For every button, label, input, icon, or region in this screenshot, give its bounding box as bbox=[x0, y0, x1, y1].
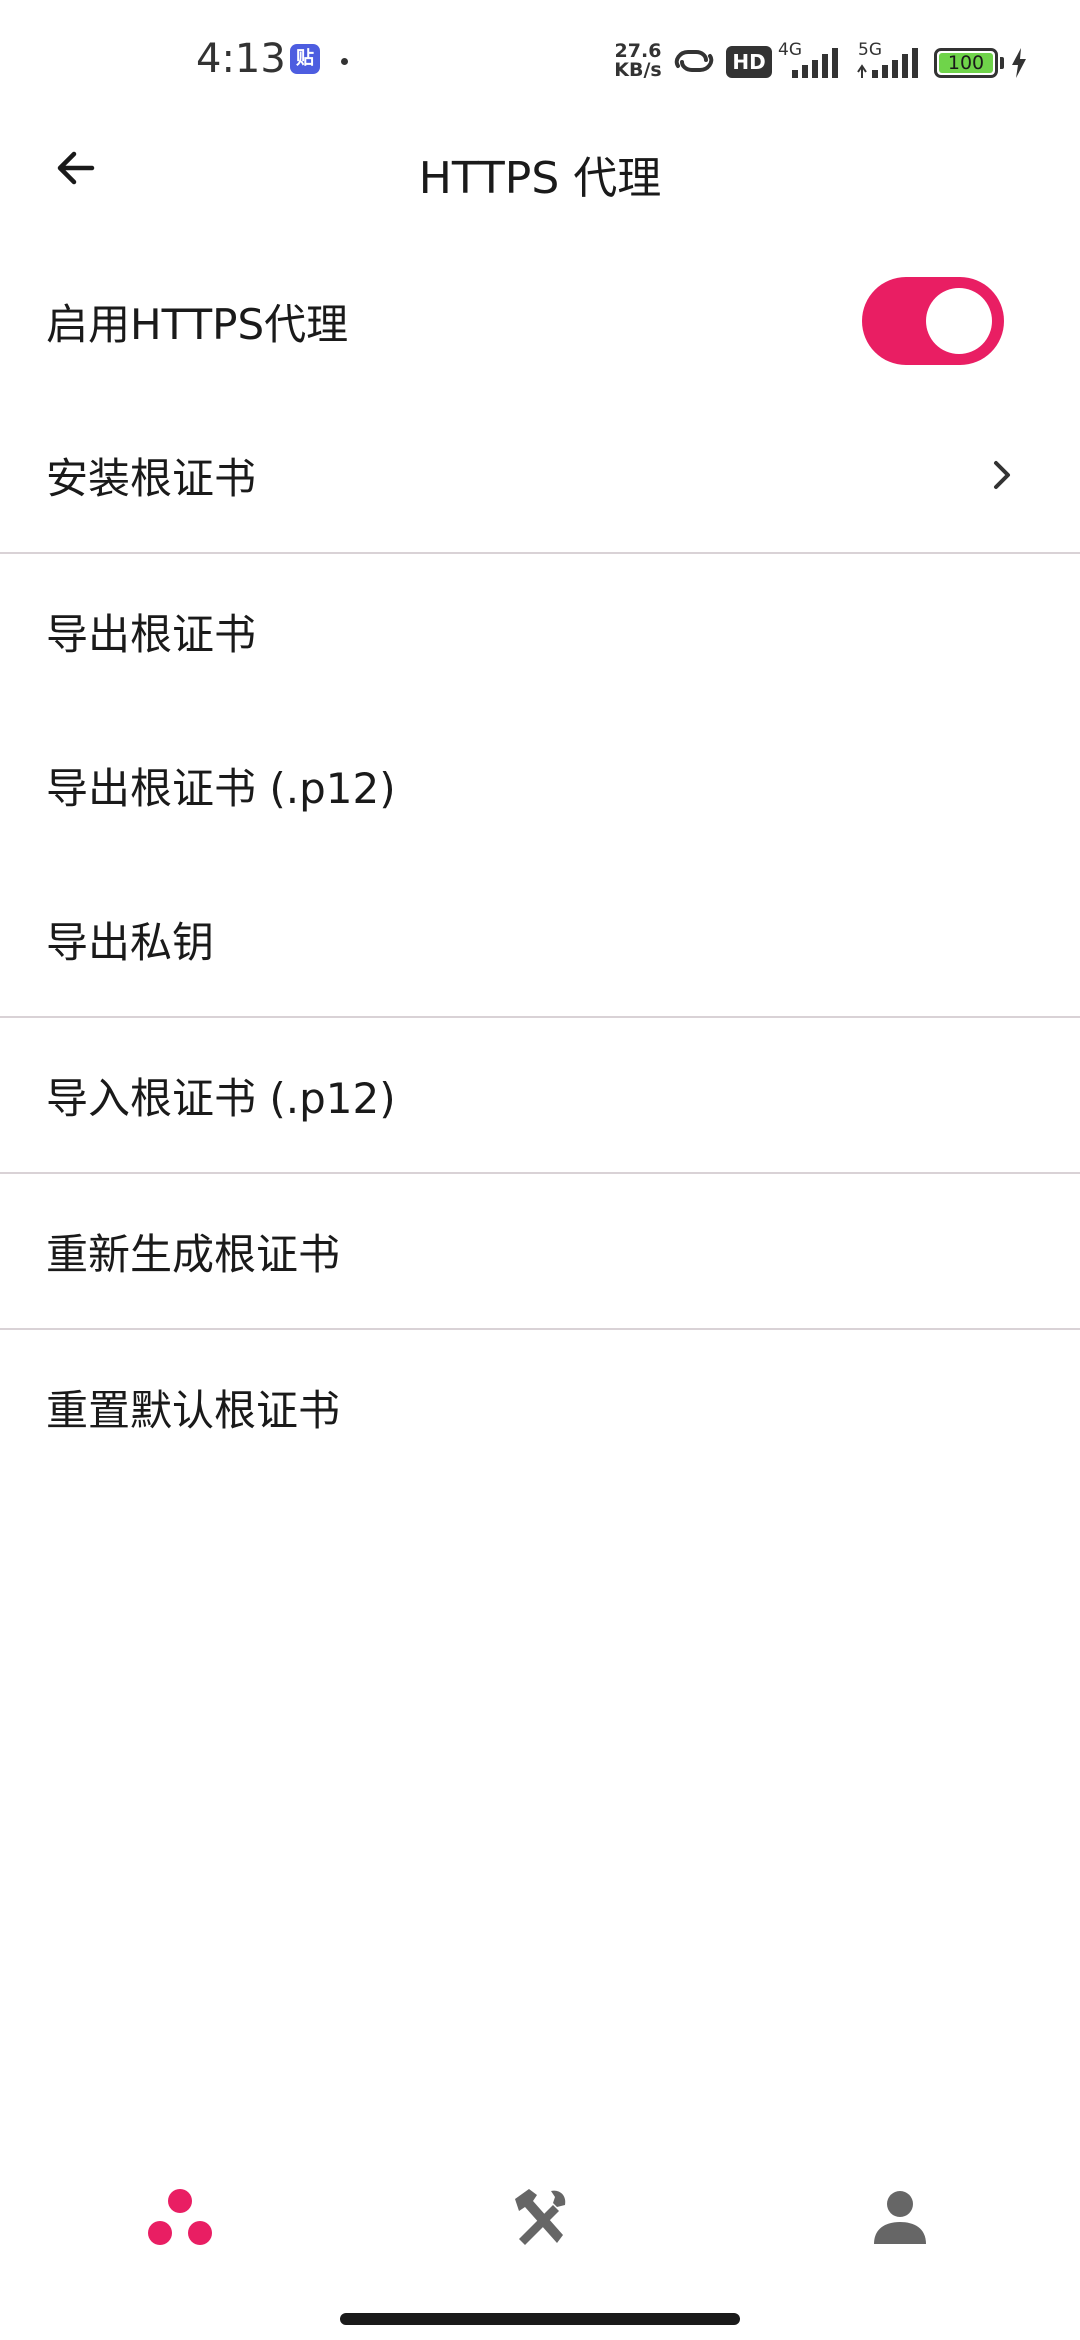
enable-https-proxy-row[interactable]: 启用HTTPS代理 bbox=[0, 244, 1080, 398]
install-root-cert-label: 安装根证书 bbox=[46, 453, 257, 503]
nav-home-tab[interactable] bbox=[135, 2178, 225, 2258]
export-root-cert-p12-label: 导出根证书 (.p12) bbox=[46, 763, 396, 813]
notification-dot-icon bbox=[341, 58, 348, 65]
app-bar: HTTPS 代理 bbox=[0, 120, 1080, 216]
settings-list: 启用HTTPS代理 安装根证书 导出根证书 导出根证书 (.p12) 导出私钥 … bbox=[0, 244, 1080, 1484]
toggle-knob bbox=[926, 288, 992, 354]
bubbles-icon bbox=[148, 2189, 212, 2245]
tools-icon bbox=[515, 2189, 566, 2245]
status-time: 4:13 bbox=[196, 36, 286, 82]
hd-voice-icon: HD bbox=[726, 46, 772, 78]
export-root-cert-label: 导出根证书 bbox=[46, 609, 257, 659]
nav-profile-tab[interactable] bbox=[855, 2178, 945, 2258]
export-root-cert-p12-row[interactable]: 导出根证书 (.p12) bbox=[0, 708, 1080, 862]
reset-default-root-cert-label: 重置默认根证书 bbox=[46, 1385, 341, 1435]
import-root-cert-p12-label: 导入根证书 (.p12) bbox=[46, 1073, 396, 1123]
signal-strength-icon bbox=[792, 48, 838, 78]
export-private-key-row[interactable]: 导出私钥 bbox=[0, 862, 1080, 1016]
export-root-cert-row[interactable]: 导出根证书 bbox=[0, 554, 1080, 708]
battery-level: 100 bbox=[939, 53, 993, 73]
reset-default-root-cert-row[interactable]: 重置默认根证书 bbox=[0, 1330, 1080, 1484]
network-speed-unit: KB/s bbox=[614, 59, 662, 81]
export-private-key-label: 导出私钥 bbox=[46, 917, 215, 967]
bottom-navigation bbox=[0, 2140, 1080, 2290]
link-icon bbox=[674, 50, 714, 72]
enable-https-proxy-toggle[interactable] bbox=[862, 277, 1004, 365]
charging-icon bbox=[1012, 48, 1026, 78]
regenerate-root-cert-label: 重新生成根证书 bbox=[46, 1229, 341, 1279]
chevron-right-icon bbox=[994, 461, 1010, 489]
enable-https-proxy-label: 启用HTTPS代理 bbox=[46, 299, 349, 349]
notification-app-icon: 贴 bbox=[290, 44, 320, 74]
regenerate-root-cert-row[interactable]: 重新生成根证书 bbox=[0, 1174, 1080, 1328]
screen: 4:13 贴 27.6 KB/s HD 4G 5G 100 HTTPS 代理 启… bbox=[0, 0, 1080, 2340]
status-bar: 4:13 贴 27.6 KB/s HD 4G 5G 100 bbox=[0, 0, 1080, 120]
gesture-navigation-bar[interactable] bbox=[340, 2313, 740, 2325]
network-speed: 27.6 KB/s bbox=[612, 42, 664, 80]
battery-tip bbox=[1000, 57, 1004, 69]
signal-strength-icon-2 bbox=[857, 48, 918, 78]
import-root-cert-p12-row[interactable]: 导入根证书 (.p12) bbox=[0, 1018, 1080, 1172]
nav-tools-tab[interactable] bbox=[495, 2178, 585, 2258]
person-icon bbox=[874, 2191, 926, 2244]
battery-icon: 100 bbox=[934, 48, 998, 78]
install-root-cert-row[interactable]: 安装根证书 bbox=[0, 398, 1080, 552]
page-title: HTTPS 代理 bbox=[418, 153, 662, 204]
